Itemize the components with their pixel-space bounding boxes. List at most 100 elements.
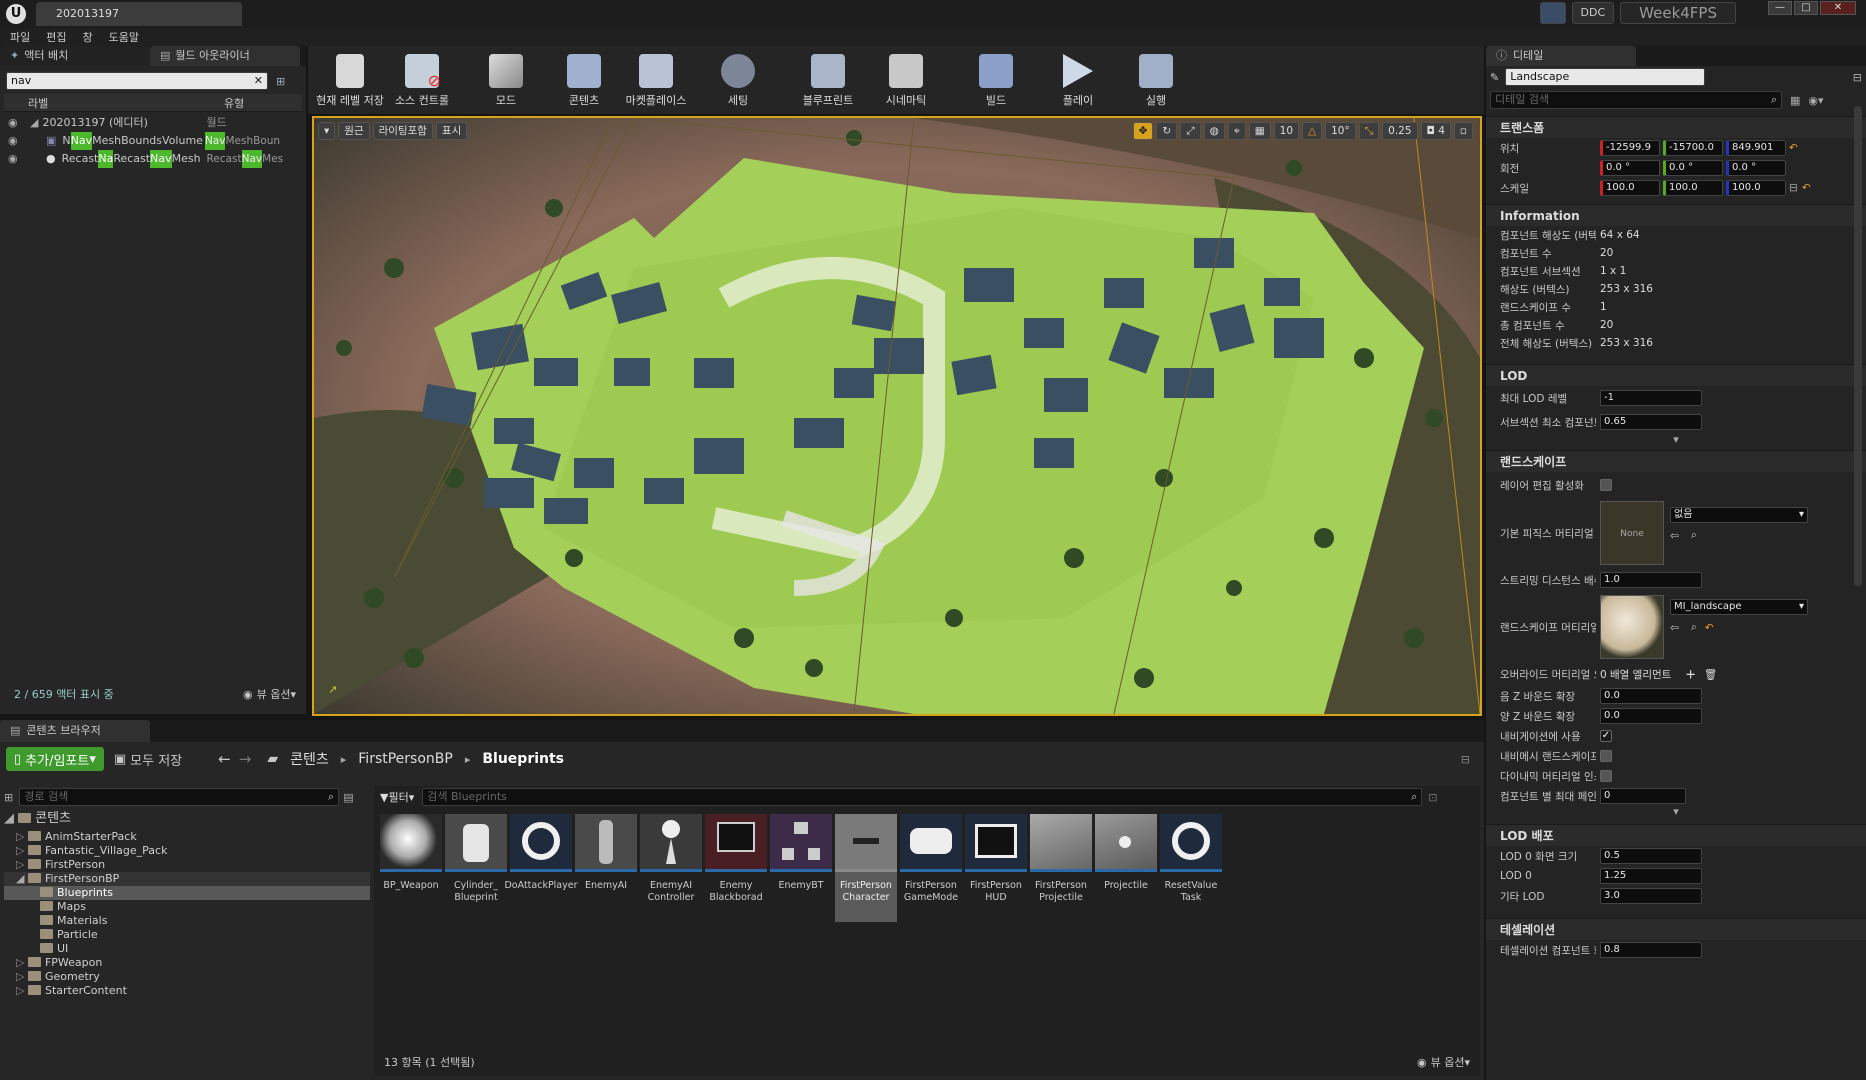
pos-z-input[interactable]: 0.0: [1600, 708, 1702, 724]
details-search-input[interactable]: 디테일 검색 ⌕: [1490, 91, 1782, 109]
asset-view-options[interactable]: ◉ 뷰 옵션 ▾: [1417, 1054, 1470, 1070]
section-transform[interactable]: 트랜스폼: [1486, 116, 1866, 138]
asset-tile[interactable]: FirstPerson HUD: [965, 814, 1027, 922]
navmesh-landscape-checkbox[interactable]: [1600, 750, 1612, 762]
tree-item-firstpersonbp[interactable]: ◢ FirstPersonBP: [4, 872, 370, 886]
tree-item-ui[interactable]: UI: [4, 942, 370, 956]
save-level-button[interactable]: 현재 레벨 저장: [314, 50, 386, 110]
outliner-options-icon[interactable]: ⊞: [276, 75, 285, 88]
lit-button[interactable]: 라이팅포함: [372, 122, 433, 140]
cinematics-button[interactable]: 시네마틱: [870, 50, 942, 110]
section-tessellation[interactable]: 테셀레이션: [1486, 918, 1866, 940]
lod0-input[interactable]: 1.25: [1600, 868, 1702, 884]
tab-world-outliner[interactable]: ▤ 월드 아웃라이너: [150, 46, 300, 66]
camera-speed[interactable]: ◘ 4: [1420, 122, 1451, 140]
save-all-button[interactable]: ▣ 모두 저장: [114, 750, 182, 769]
asset-tile[interactable]: EnemyAI: [575, 814, 637, 922]
neg-z-input[interactable]: 0.0: [1600, 688, 1702, 704]
rotation-snap-value[interactable]: 10°: [1325, 122, 1356, 140]
modes-button[interactable]: 모드: [470, 50, 542, 110]
expand-advanced-icon[interactable]: ▾: [1486, 806, 1866, 818]
layer-edit-checkbox[interactable]: [1600, 479, 1612, 491]
landscape-material-dropdown[interactable]: MI_landscape ▾: [1670, 599, 1808, 615]
rotation-y[interactable]: 0.0 °: [1663, 160, 1723, 176]
source-control-button[interactable]: ⊘ 소스 컨트롤: [386, 50, 458, 110]
lock-icon[interactable]: ⊟: [1461, 753, 1470, 766]
visibility-eye-icon[interactable]: ◉: [8, 150, 32, 168]
tree-item-blueprints[interactable]: Blueprints: [4, 886, 370, 900]
launch-button[interactable]: 실행: [1120, 50, 1192, 110]
minimize-icon[interactable]: —: [1768, 1, 1792, 15]
crumb-firstpersonbp[interactable]: FirstPersonBP: [358, 751, 453, 767]
use-selected-icon[interactable]: ⇦: [1670, 530, 1679, 542]
add-import-button[interactable]: ▯ 추가/임포트 ▾: [6, 747, 104, 771]
tree-item-firstperson[interactable]: ▷ FirstPerson: [4, 858, 370, 872]
asset-tile[interactable]: EnemyBT: [770, 814, 832, 922]
col-label[interactable]: 라벨: [4, 95, 204, 111]
build-button[interactable]: 빌드: [960, 50, 1032, 110]
section-lod[interactable]: LOD: [1486, 364, 1866, 386]
location-z[interactable]: 849.901: [1726, 140, 1786, 156]
visibility-eye-icon[interactable]: ◉: [8, 132, 32, 150]
sources-icon[interactable]: ⊞: [4, 791, 13, 804]
tree-item-fantastic-village[interactable]: ▷ Fantastic_Village_Pack: [4, 844, 370, 858]
rotation-x[interactable]: 0.0 °: [1600, 160, 1660, 176]
location-y[interactable]: -15700.0: [1663, 140, 1723, 156]
browse-icon[interactable]: ⌕: [1691, 621, 1697, 634]
landscape-material-thumbnail[interactable]: [1600, 595, 1664, 659]
object-name-input[interactable]: Landscape: [1505, 68, 1706, 86]
property-matrix-icon[interactable]: ▦: [1790, 94, 1800, 107]
prop-location-label[interactable]: 위치: [1486, 141, 1596, 156]
max-lod-input[interactable]: -1: [1600, 390, 1702, 406]
tab-details[interactable]: ⓘ 디테일: [1486, 46, 1636, 66]
grid-snap-icon[interactable]: ▦: [1248, 122, 1271, 140]
scale-snap-value[interactable]: 0.25: [1382, 122, 1418, 140]
streaming-input[interactable]: 1.0: [1600, 572, 1702, 588]
tree-item-animstarterpack[interactable]: ▷ AnimStarterPack: [4, 830, 370, 844]
surface-snap-icon[interactable]: ⌖: [1227, 122, 1246, 140]
tree-options-icon[interactable]: ▤: [343, 791, 353, 804]
other-lod-input[interactable]: 3.0: [1600, 888, 1702, 904]
used-for-nav-checkbox[interactable]: ✓: [1600, 730, 1612, 742]
tree-item-particle[interactable]: Particle: [4, 928, 370, 942]
max-paint-input[interactable]: 0: [1600, 788, 1686, 804]
asset-tile[interactable]: ResetValue Task: [1160, 814, 1222, 922]
browse-icon[interactable]: ⌕: [1691, 529, 1697, 542]
close-icon[interactable]: ✕: [1820, 1, 1856, 15]
reset-icon[interactable]: ↶: [1789, 142, 1798, 154]
rotate-icon[interactable]: ↻: [1156, 122, 1178, 140]
asset-search-input[interactable]: 검색 Blueprints ⌕: [422, 788, 1423, 806]
clear-search-icon[interactable]: ✕: [254, 73, 263, 89]
menu-window[interactable]: 창: [83, 29, 93, 45]
scale-y[interactable]: 100.0: [1663, 180, 1723, 196]
tree-item-geometry[interactable]: ▷ Geometry: [4, 970, 370, 984]
tree-item-startercontent[interactable]: ▷ StarterContent: [4, 984, 370, 998]
prop-scale-label[interactable]: 스케일: [1486, 181, 1596, 196]
marketplace-button[interactable]: 마켓플레이스: [620, 50, 692, 110]
prop-rotation-label[interactable]: 회전: [1486, 161, 1596, 176]
subsection-input[interactable]: 0.65: [1600, 414, 1702, 430]
menu-edit[interactable]: 편집: [46, 29, 66, 45]
tab-place-actors[interactable]: ✦ 액터 배치: [0, 46, 150, 66]
menu-file[interactable]: 파일: [10, 29, 30, 45]
lock-scale-icon[interactable]: ⊟: [1789, 182, 1798, 194]
section-landscape[interactable]: 랜드스케이프: [1486, 450, 1866, 472]
path-search-input[interactable]: 경로 검색 ⌕: [19, 788, 340, 806]
tess-component-input[interactable]: 0.8: [1600, 942, 1702, 958]
asset-tile[interactable]: Cylinder_ Blueprint: [445, 814, 507, 922]
settings-button[interactable]: 세팅: [702, 50, 774, 110]
tree-item-maps[interactable]: Maps: [4, 900, 370, 914]
maximize-icon[interactable]: □: [1794, 1, 1818, 15]
rotation-snap-icon[interactable]: △: [1302, 122, 1323, 140]
tree-item-content[interactable]: ◢ 콘텐츠: [4, 812, 370, 830]
filter-button[interactable]: ▼ 필터 ▾: [380, 789, 414, 805]
asset-tile[interactable]: Projectile: [1095, 814, 1157, 922]
dynamic-material-checkbox[interactable]: [1600, 770, 1612, 782]
section-lod-distribution[interactable]: LOD 배포: [1486, 824, 1866, 846]
asset-tile-selected[interactable]: FirstPerson Character: [835, 814, 897, 922]
maximize-viewport-icon[interactable]: ▫: [1453, 122, 1473, 140]
save-search-icon[interactable]: ⊡: [1428, 791, 1437, 804]
scale-x[interactable]: 100.0: [1600, 180, 1660, 196]
lod0-screen-input[interactable]: 0.5: [1600, 848, 1702, 864]
asset-tile[interactable]: Enemy Blackborad: [705, 814, 767, 922]
